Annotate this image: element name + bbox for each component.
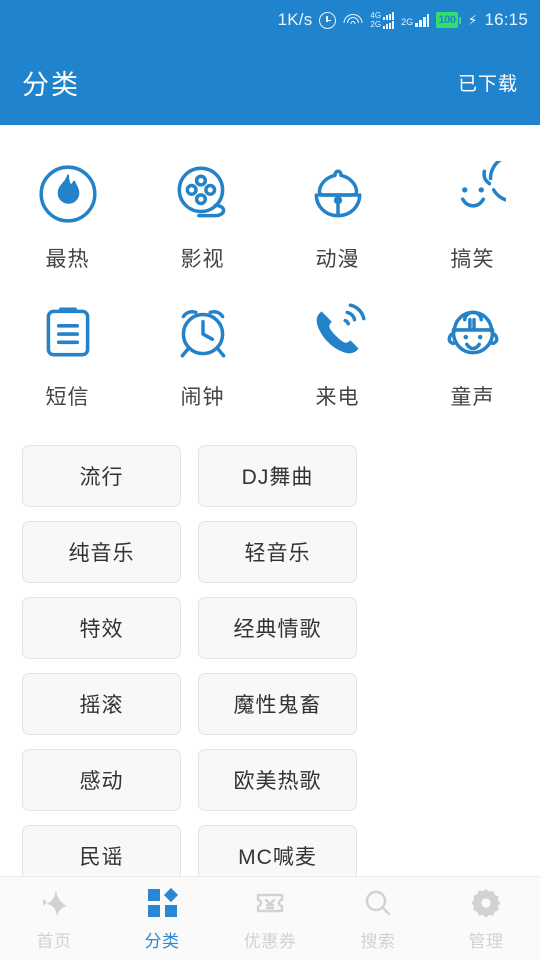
- category-item-7[interactable]: 童声: [405, 287, 540, 425]
- battery-icon: 100: [436, 12, 461, 28]
- category-label: 影视: [180, 248, 225, 271]
- sim1-network-top-label: 4G: [370, 10, 382, 20]
- tag-list: 流行 DJ舞曲 纯音乐 轻音乐 特效 经典情歌 摇滚 魔性鬼畜 感动 欧美热歌 民谣 MC喊麦: [0, 433, 540, 887]
- gear-icon: [469, 886, 503, 920]
- clock-text: 16:15: [484, 10, 528, 29]
- sim1-network-bottom-label: 2G: [370, 19, 382, 29]
- tag-button-4[interactable]: 特效: [22, 597, 181, 659]
- star-home-icon: [37, 886, 71, 920]
- category-item-3[interactable]: 搞笑: [405, 149, 540, 287]
- nav-item-label: 搜索: [360, 931, 396, 951]
- status-bar: 1K/s 4G 2G 2G 100 ⚡ 16:15: [0, 0, 540, 40]
- page-title: 分类: [22, 70, 80, 100]
- category-label: 闹钟: [180, 386, 225, 409]
- nav-item-label: 管理: [468, 931, 504, 951]
- nav-item-label: 优惠券: [243, 931, 297, 951]
- flame-circle-icon: [35, 161, 101, 227]
- ringing-phone-icon: [305, 299, 371, 365]
- tag-button-9[interactable]: 欧美热歌: [198, 749, 357, 811]
- bottom-navigation-bar: 首页 分类 优惠券 搜索 管理: [0, 876, 540, 960]
- network-speed-text: 1K/s: [277, 10, 313, 29]
- category-item-6[interactable]: 来电: [270, 287, 405, 425]
- tag-button-3[interactable]: 轻音乐: [198, 521, 357, 583]
- category-label: 来电: [315, 386, 360, 409]
- tag-button-8[interactable]: 感动: [22, 749, 181, 811]
- category-item-2[interactable]: 动漫: [270, 149, 405, 287]
- coupon-ticket-icon: [253, 886, 287, 920]
- wifi-icon: [343, 13, 363, 28]
- nav-item-分类[interactable]: 分类: [108, 886, 216, 952]
- category-item-5[interactable]: 闹钟: [135, 287, 270, 425]
- nav-item-label: 分类: [144, 931, 180, 951]
- film-reel-icon: [170, 161, 236, 227]
- nav-item-管理[interactable]: 管理: [432, 886, 540, 952]
- bolt-icon: ⚡: [467, 11, 478, 28]
- tag-button-7[interactable]: 魔性鬼畜: [198, 673, 357, 735]
- sim2-network-label: 2G: [401, 17, 414, 27]
- tag-button-2[interactable]: 纯音乐: [22, 521, 181, 583]
- category-label: 短信: [45, 386, 90, 409]
- category-label: 搞笑: [450, 248, 495, 271]
- category-label: 童声: [450, 386, 495, 409]
- category-label: 最热: [45, 248, 90, 271]
- sim1-signal-icon: 4G 2G: [370, 10, 395, 29]
- downloaded-button[interactable]: 已下载: [458, 69, 518, 96]
- nav-item-首页[interactable]: 首页: [0, 886, 108, 952]
- sim2-signal-icon: 2G: [401, 13, 430, 27]
- doraemon-bell-icon: [305, 161, 371, 227]
- alarm-clock-icon: [319, 11, 337, 29]
- category-item-0[interactable]: 最热: [0, 149, 135, 287]
- nav-item-优惠券[interactable]: 优惠券: [216, 886, 324, 952]
- category-label: 动漫: [315, 248, 360, 271]
- child-face-icon: [440, 299, 506, 365]
- message-clipboard-icon: [35, 299, 101, 365]
- app-bar: 分类 已下载: [0, 40, 540, 125]
- smiley-face-icon: [440, 161, 506, 227]
- tag-button-5[interactable]: 经典情歌: [198, 597, 357, 659]
- alarm-clock-icon: [170, 299, 236, 365]
- nav-item-label: 首页: [36, 931, 72, 951]
- battery-level-text: 100: [438, 13, 456, 26]
- tag-button-1[interactable]: DJ舞曲: [198, 445, 357, 507]
- category-grid: 最热 影视 动漫 搞笑短信 闹钟 来电 童声: [0, 125, 540, 433]
- category-item-4[interactable]: 短信: [0, 287, 135, 425]
- tag-button-6[interactable]: 摇滚: [22, 673, 181, 735]
- nav-item-搜索[interactable]: 搜索: [324, 886, 432, 952]
- search-magnifier-icon: [361, 886, 395, 920]
- category-item-1[interactable]: 影视: [135, 149, 270, 287]
- grid-squares-icon: [145, 886, 179, 920]
- tag-button-0[interactable]: 流行: [22, 445, 181, 507]
